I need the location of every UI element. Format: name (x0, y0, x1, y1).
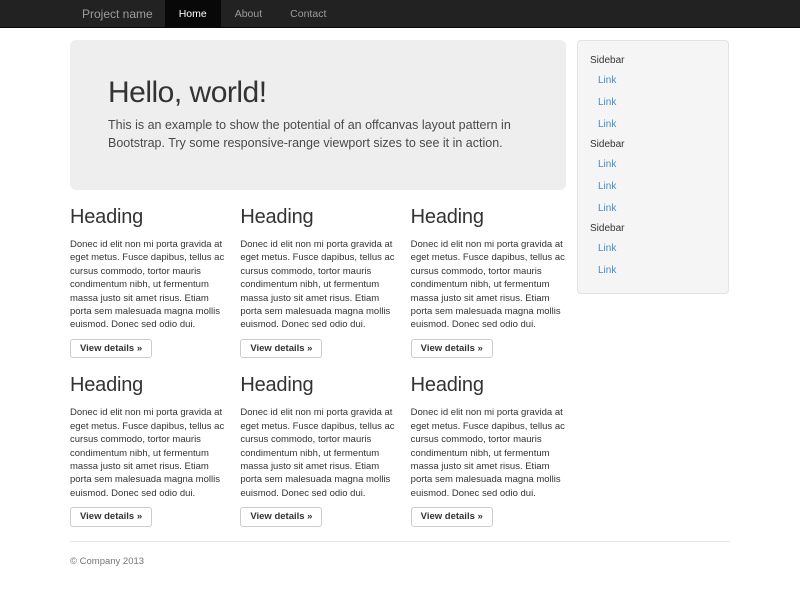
card: Heading Donec id elit non mi porta gravi… (411, 190, 566, 358)
card: Heading Donec id elit non mi porta gravi… (411, 358, 566, 526)
footer-divider (70, 541, 730, 542)
sidebar-link[interactable]: Link (588, 197, 718, 219)
navbar-menu: Home About Contact (165, 0, 341, 27)
card-heading: Heading (70, 206, 225, 229)
sidebar-group-title: Sidebar (588, 135, 718, 153)
card: Heading Donec id elit non mi porta gravi… (70, 190, 225, 358)
card-body-text: Donec id elit non mi porta gravida at eg… (240, 406, 395, 500)
page-container: Hello, world! This is an example to show… (70, 40, 730, 567)
view-details-button[interactable]: View details » (411, 339, 493, 359)
footer-copyright: © Company 2013 (70, 556, 730, 567)
nav-item-home[interactable]: Home (165, 0, 221, 27)
sidebar-link[interactable]: Link (588, 69, 718, 91)
sidebar-link[interactable]: Link (588, 175, 718, 197)
view-details-button[interactable]: View details » (240, 507, 322, 527)
jumbotron: Hello, world! This is an example to show… (70, 40, 566, 190)
sidebar-group-3: Sidebar Link Link (588, 219, 718, 281)
top-navbar: Project name Home About Contact (0, 0, 800, 28)
card-body-text: Donec id elit non mi porta gravida at eg… (240, 238, 395, 332)
cards-row-1: Heading Donec id elit non mi porta gravi… (70, 190, 566, 358)
card: Heading Donec id elit non mi porta gravi… (70, 358, 225, 526)
card-heading: Heading (411, 374, 566, 397)
view-details-button[interactable]: View details » (240, 339, 322, 359)
card-heading: Heading (240, 206, 395, 229)
view-details-button[interactable]: View details » (411, 507, 493, 527)
sidebar-group-title: Sidebar (588, 219, 718, 237)
sidebar-group-1: Sidebar Link Link Link (588, 51, 718, 135)
cards-row-2: Heading Donec id elit non mi porta gravi… (70, 358, 566, 526)
card-heading: Heading (240, 374, 395, 397)
card-body-text: Donec id elit non mi porta gravida at eg… (70, 238, 225, 332)
content-row: Hello, world! This is an example to show… (70, 40, 730, 527)
sidebar: Sidebar Link Link Link Sidebar Link Link… (577, 40, 729, 294)
card-body-text: Donec id elit non mi porta gravida at eg… (411, 238, 566, 332)
card: Heading Donec id elit non mi porta gravi… (240, 190, 395, 358)
sidebar-group-title: Sidebar (588, 51, 718, 69)
view-details-button[interactable]: View details » (70, 339, 152, 359)
navbar-brand[interactable]: Project name (70, 0, 165, 27)
sidebar-link[interactable]: Link (588, 153, 718, 175)
view-details-button[interactable]: View details » (70, 507, 152, 527)
navbar-container: Project name Home About Contact (70, 0, 340, 27)
card-heading: Heading (411, 206, 566, 229)
sidebar-link[interactable]: Link (588, 113, 718, 135)
main-content: Hello, world! This is an example to show… (70, 40, 566, 527)
sidebar-link[interactable]: Link (588, 259, 718, 281)
card-body-text: Donec id elit non mi porta gravida at eg… (70, 406, 225, 500)
nav-item-about[interactable]: About (221, 0, 276, 27)
sidebar-link[interactable]: Link (588, 237, 718, 259)
sidebar-link[interactable]: Link (588, 91, 718, 113)
card-heading: Heading (70, 374, 225, 397)
page-title: Hello, world! (108, 76, 528, 109)
nav-item-contact[interactable]: Contact (276, 0, 340, 27)
sidebar-group-2: Sidebar Link Link Link (588, 135, 718, 219)
page-subtitle: This is an example to show the potential… (108, 116, 528, 152)
card-body-text: Donec id elit non mi porta gravida at eg… (411, 406, 566, 500)
card: Heading Donec id elit non mi porta gravi… (240, 358, 395, 526)
